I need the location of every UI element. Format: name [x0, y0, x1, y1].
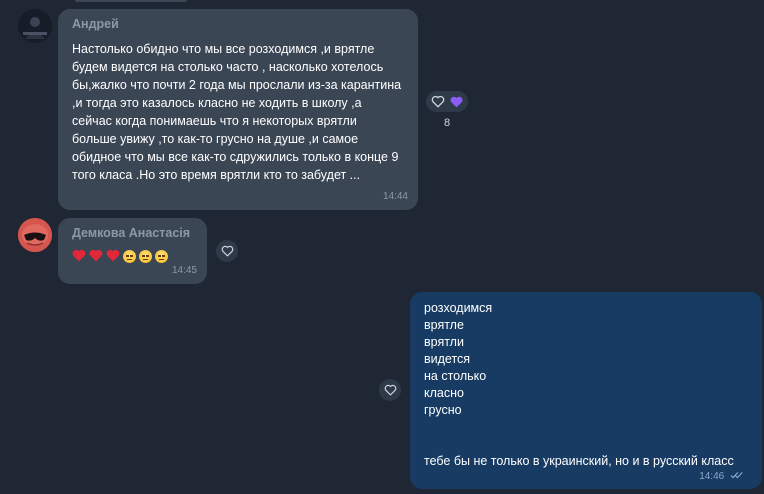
message-line: на столько — [424, 369, 487, 383]
sender-name[interactable]: Демкова Анастасія — [72, 226, 193, 242]
reaction-pill[interactable] — [426, 91, 468, 112]
message-time: 14:46 — [699, 471, 725, 482]
double-check-icon — [730, 471, 743, 479]
message-bubble-demkova[interactable]: Демкова Анастасія 14:45 — [58, 218, 207, 284]
react-button[interactable] — [216, 240, 238, 262]
red-heart-icon — [89, 249, 103, 262]
unamused-face-icon — [139, 250, 152, 263]
message-line: розходимся — [424, 301, 493, 315]
react-button[interactable] — [379, 379, 401, 401]
heart-outline-icon[interactable] — [384, 384, 397, 396]
message-bubble-andrei[interactable]: Андрей Настолько обидно что мы все розхо… — [58, 9, 418, 210]
red-heart-icon — [106, 249, 120, 262]
message-text: Настолько обидно что мы все розходимся ,… — [72, 42, 405, 182]
message-line: видется — [424, 352, 471, 366]
heart-outline-icon[interactable] — [221, 245, 234, 257]
avatar-andrei[interactable] — [18, 9, 52, 43]
avatar-demkova[interactable] — [18, 218, 52, 252]
message-line: тебе бы не только в украинский, но и в р… — [424, 454, 734, 468]
previous-message-edge — [75, 0, 187, 2]
message-time: 14:44 — [382, 191, 408, 202]
message-line: грусно — [424, 403, 462, 417]
red-heart-icon — [72, 249, 86, 262]
purple-heart-icon[interactable] — [450, 96, 463, 108]
message-line: врятли — [424, 335, 464, 349]
message-line: врятле — [424, 318, 464, 332]
sender-name[interactable]: Андрей — [72, 17, 404, 33]
emoji-row — [72, 249, 193, 263]
message-time: 14:45 — [171, 265, 197, 276]
unamused-face-icon — [123, 250, 136, 263]
reaction-count: 8 — [443, 117, 451, 129]
message-bubble-outgoing[interactable]: розходимся врятле врятли видется на стол… — [410, 292, 762, 489]
message-time-wrap: 14:46 — [699, 471, 744, 482]
heart-outline-icon[interactable] — [431, 95, 445, 108]
message-line: класно — [424, 386, 464, 400]
unamused-face-icon — [155, 250, 168, 263]
